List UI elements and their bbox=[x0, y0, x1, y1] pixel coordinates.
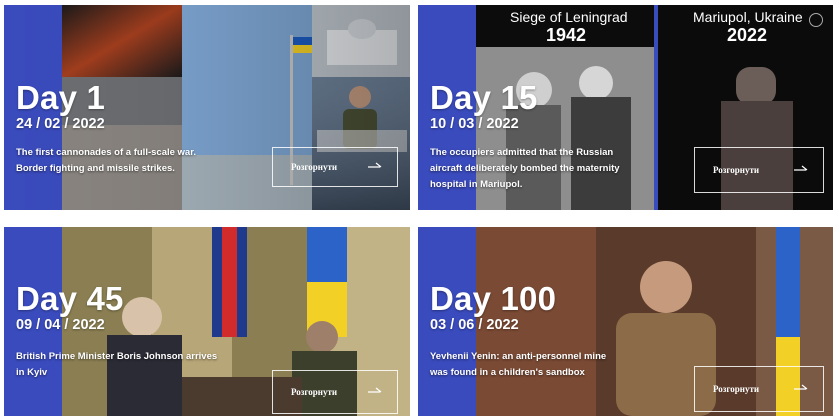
card-description-line: British Prime Minister Boris Johnson arr… bbox=[16, 351, 218, 362]
expand-button[interactable]: Розгорнути bbox=[694, 366, 824, 412]
arrow-right-icon bbox=[368, 387, 382, 393]
arrow-right-icon bbox=[794, 384, 808, 390]
card-date: 03 / 06 / 2022 bbox=[430, 317, 519, 333]
card-day-label: Day 45 bbox=[16, 280, 124, 317]
caption-right-year: 2022 bbox=[727, 25, 768, 45]
expand-button-label: Розгорнути bbox=[713, 384, 760, 394]
card-description-line: Yevhenii Yenin: an anti-personnel mine bbox=[430, 351, 607, 362]
caption-left-title: Siege of Leningrad bbox=[510, 9, 628, 25]
caption-right-title: Mariupol, Ukraine bbox=[693, 9, 803, 25]
card-date: 24 / 02 / 2022 bbox=[16, 116, 105, 132]
expand-button-label: Розгорнути bbox=[291, 387, 338, 397]
card-day-label: Day 1 bbox=[16, 79, 106, 116]
expand-button[interactable]: Розгорнути bbox=[272, 147, 398, 187]
seal-icon bbox=[809, 13, 823, 27]
card-description-line: aircraft deliberately bombed the materni… bbox=[430, 163, 620, 174]
card-description-line: hospital in Mariupol. bbox=[430, 179, 523, 190]
expand-button[interactable]: Розгорнути bbox=[272, 370, 398, 414]
timeline-card-day-100[interactable]: Day 100 03 / 06 / 2022 Yevhenii Yenin: a… bbox=[418, 227, 833, 416]
card-description: Yevhenii Yenin: an anti-personnel mine w… bbox=[430, 349, 606, 381]
card-date: 09 / 04 / 2022 bbox=[16, 317, 105, 333]
arrow-right-icon bbox=[794, 165, 808, 171]
card-description: The occupiers admitted that the Russian … bbox=[430, 145, 620, 193]
card-description-line: The first cannonades of a full-scale war… bbox=[16, 147, 197, 158]
expand-button[interactable]: Розгорнути bbox=[694, 147, 824, 193]
timeline-card-day-1[interactable]: Day 1 24 / 02 / 2022 The first cannonade… bbox=[4, 5, 410, 210]
expand-button-label: Розгорнути bbox=[713, 165, 760, 175]
expand-button-label: Розгорнути bbox=[291, 162, 338, 172]
caption-left-year: 1942 bbox=[546, 25, 587, 45]
card-description-line: Border fighting and missile strikes. bbox=[16, 163, 175, 174]
card-description-line: The occupiers admitted that the Russian bbox=[430, 147, 614, 158]
card-description: British Prime Minister Boris Johnson arr… bbox=[16, 349, 217, 381]
arrow-right-icon bbox=[368, 162, 382, 168]
card-date: 10 / 03 / 2022 bbox=[430, 116, 519, 132]
card-day-label: Day 15 bbox=[430, 79, 538, 116]
timeline-card-day-45[interactable]: Day 45 09 / 04 / 2022 British Prime Mini… bbox=[4, 227, 410, 416]
card-description-line: in Kyiv bbox=[16, 367, 48, 378]
card-day-label: Day 100 bbox=[430, 280, 557, 317]
card-description: The first cannonades of a full-scale war… bbox=[16, 145, 196, 177]
card-description-line: was found in a children's sandbox bbox=[430, 367, 585, 378]
timeline-card-day-15[interactable]: Siege of Leningrad 1942 Mariupol, Ukrain… bbox=[418, 5, 833, 210]
